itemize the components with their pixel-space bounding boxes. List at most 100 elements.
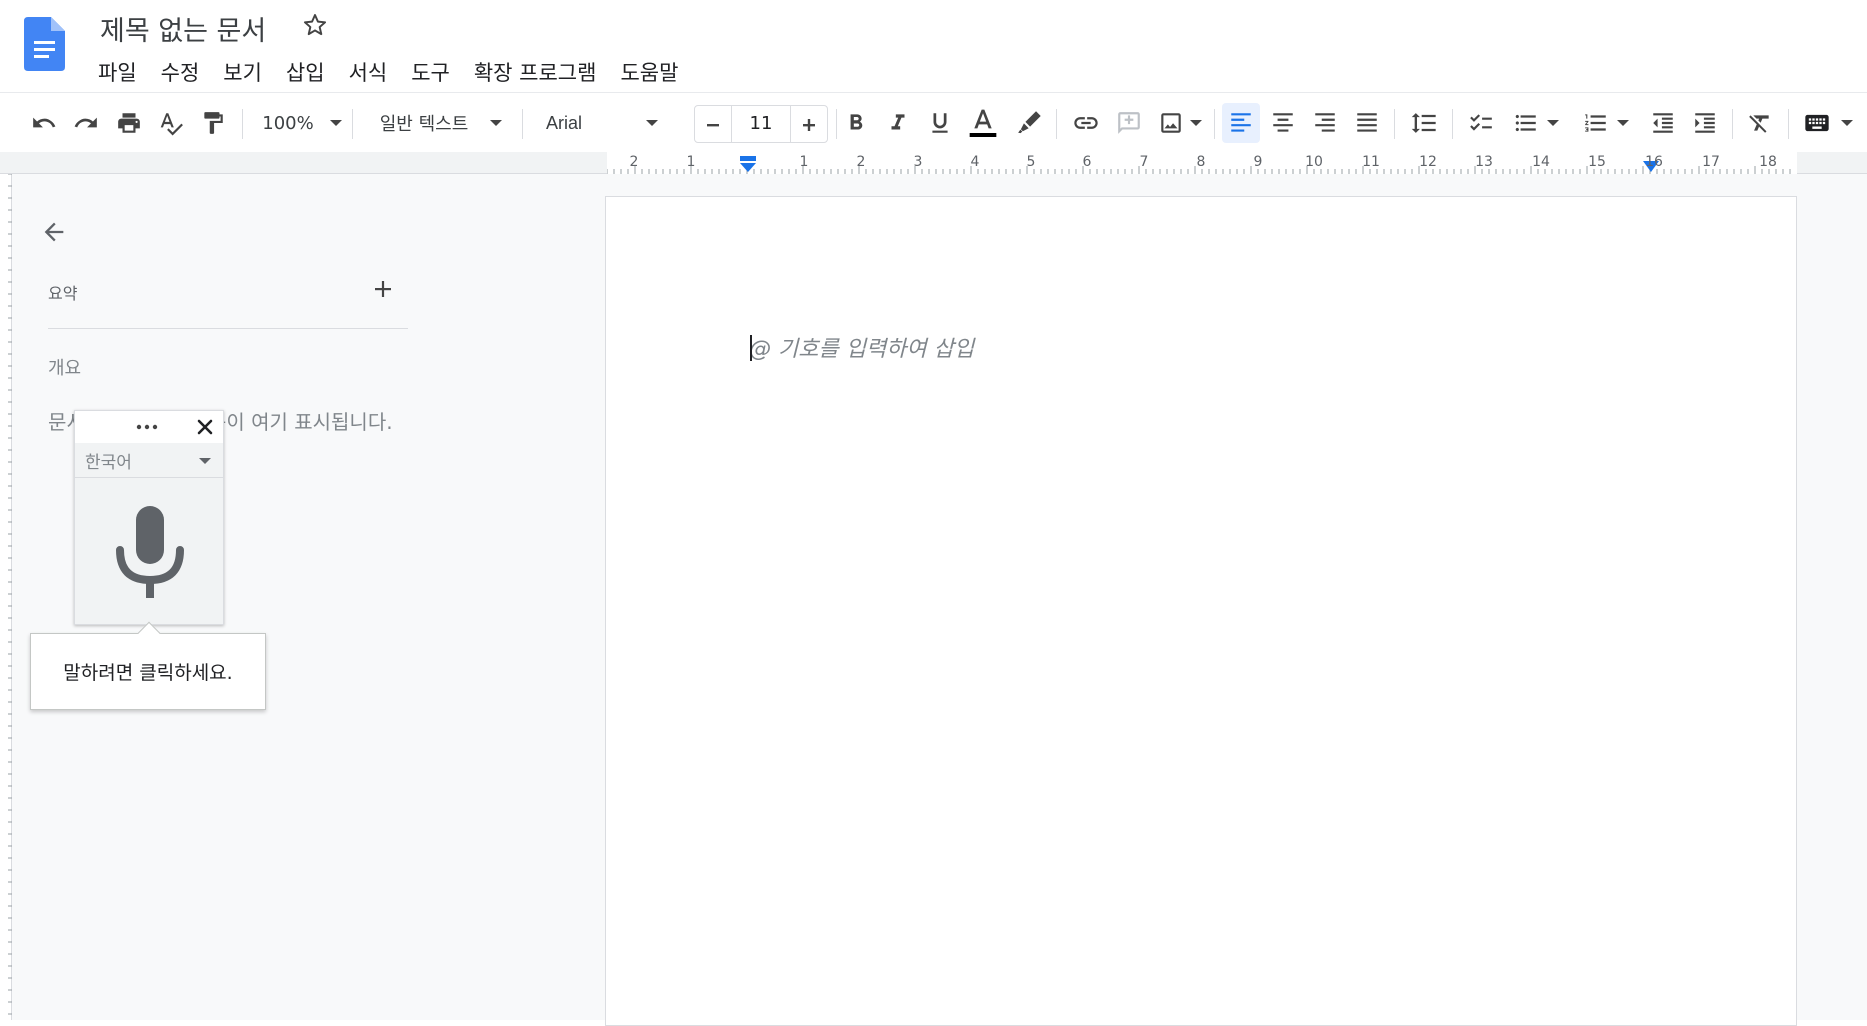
voice-typing-drag-handle[interactable] xyxy=(75,411,223,443)
toolbar-separator xyxy=(1394,109,1395,139)
toolbar-separator xyxy=(1056,109,1057,139)
toolbar-separator xyxy=(836,109,837,139)
toolbar-separator xyxy=(352,109,353,139)
voice-typing-widget: 한국어 xyxy=(74,410,224,625)
underline-icon xyxy=(932,113,948,133)
text-cursor xyxy=(750,335,752,361)
voice-typing-tooltip-text: 말하려면 클릭하세요. xyxy=(63,662,233,684)
bulleted-list-icon xyxy=(1515,114,1536,132)
menu-file[interactable]: 파일 xyxy=(86,55,149,87)
document-page[interactable]: @ 기호를 입력하여 삽입 xyxy=(605,196,1797,1026)
chevron-down-icon xyxy=(490,120,503,126)
highlight-color-button[interactable] xyxy=(1010,93,1048,153)
minus-icon xyxy=(707,124,719,127)
toolbar-separator xyxy=(522,109,523,139)
ruler-label: 6 xyxy=(1082,154,1092,170)
menu-help[interactable]: 도움말 xyxy=(608,55,690,87)
insert-comment-button[interactable] xyxy=(1110,93,1148,153)
bold-icon xyxy=(850,114,863,130)
vertical-ruler[interactable] xyxy=(0,174,12,1020)
increase-indent-button[interactable] xyxy=(1686,93,1724,153)
outline-divider xyxy=(48,328,408,329)
horizontal-ruler[interactable]: 2 1 1 2 3 4 5 6 7 8 9 10 11 12 13 14 15 … xyxy=(0,152,1867,174)
menu-extensions[interactable]: 확장 프로그램 xyxy=(462,55,609,87)
microphone-button[interactable] xyxy=(75,477,223,624)
align-right-icon xyxy=(1315,113,1335,132)
ruler-label: 2 xyxy=(629,154,639,170)
ruler-label: 1 xyxy=(686,154,696,170)
outline-summary-label: 요약 xyxy=(48,284,78,303)
increase-font-size-button[interactable] xyxy=(791,95,827,155)
back-arrow-icon[interactable] xyxy=(40,218,68,246)
header: 제목 없는 문서 파일 수정 보기 삽입 서식 도구 확장 프로그램 도움말 xyxy=(0,0,1867,92)
voice-language-value: 한국어 xyxy=(85,453,132,473)
underline-button[interactable] xyxy=(922,93,958,153)
ruler-label: 12 xyxy=(1419,154,1437,170)
clear-formatting-icon xyxy=(1749,115,1769,133)
print-button[interactable] xyxy=(111,93,147,153)
more-options-icon[interactable] xyxy=(133,419,161,435)
close-icon[interactable] xyxy=(195,417,215,437)
align-center-button[interactable] xyxy=(1264,93,1302,153)
highlight-icon xyxy=(1018,111,1041,134)
ruler-label: 3 xyxy=(913,154,923,170)
outline-overview-label: 개요 xyxy=(48,358,82,379)
star-icon[interactable] xyxy=(302,12,328,38)
zoom-value: 100% xyxy=(262,112,314,134)
ruler-label: 11 xyxy=(1362,154,1380,170)
ruler-label: 15 xyxy=(1588,154,1606,170)
justify-button[interactable] xyxy=(1348,93,1386,153)
clear-formatting-button[interactable] xyxy=(1740,93,1780,153)
text-color-button[interactable] xyxy=(964,93,1002,153)
document-title[interactable]: 제목 없는 문서 xyxy=(100,9,266,48)
insert-link-button[interactable] xyxy=(1067,93,1105,153)
document-canvas: 요약 개요 문서에 추가하는 제목이 여기 표시됩니다. @ 기호를 입력하여 … xyxy=(0,174,1867,1026)
menu-insert[interactable]: 삽입 xyxy=(274,55,337,87)
indent-decrease-icon xyxy=(1653,113,1673,133)
spellcheck-button[interactable] xyxy=(153,93,189,153)
font-size-control: 11 xyxy=(694,105,828,143)
toolbar-separator xyxy=(1732,109,1733,139)
align-left-button[interactable] xyxy=(1222,103,1260,143)
zoom-select[interactable]: 100% xyxy=(254,93,350,153)
font-select[interactable]: Arial xyxy=(538,93,684,153)
italic-icon xyxy=(891,114,905,130)
toolbar-separator xyxy=(1214,109,1215,139)
undo-button[interactable] xyxy=(26,93,62,153)
bold-button[interactable] xyxy=(838,93,874,153)
chevron-down-icon xyxy=(199,458,211,464)
ruler-label: 7 xyxy=(1139,154,1149,170)
insert-image-button[interactable] xyxy=(1152,93,1208,153)
menu-edit[interactable]: 수정 xyxy=(149,55,212,87)
numbered-list-icon xyxy=(1585,114,1606,132)
decrease-indent-button[interactable] xyxy=(1644,93,1682,153)
style-select[interactable]: 일반 텍스트 xyxy=(368,93,514,153)
toolbar-separator xyxy=(1452,109,1453,139)
input-tools-button[interactable] xyxy=(1796,93,1860,153)
undo-icon xyxy=(33,117,56,128)
toolbar: 100% 일반 텍스트 Arial 11 xyxy=(0,92,1867,152)
menu-tools[interactable]: 도구 xyxy=(399,55,462,87)
redo-button[interactable] xyxy=(68,93,104,153)
paint-format-button[interactable] xyxy=(195,93,231,153)
voice-language-select[interactable]: 한국어 xyxy=(75,443,223,477)
docs-logo-icon[interactable] xyxy=(24,17,65,71)
font-size-input[interactable]: 11 xyxy=(731,105,791,143)
menu-format[interactable]: 서식 xyxy=(337,55,400,87)
paint-format-icon xyxy=(204,112,223,134)
decrease-font-size-button[interactable] xyxy=(695,95,731,155)
keyboard-icon xyxy=(1805,114,1829,132)
add-summary-icon[interactable] xyxy=(372,278,394,300)
chevron-down-icon xyxy=(329,120,342,126)
bulleted-list-button[interactable] xyxy=(1506,93,1566,153)
line-spacing-button[interactable] xyxy=(1404,93,1444,153)
checklist-button[interactable] xyxy=(1462,93,1500,153)
numbered-list-button[interactable] xyxy=(1576,93,1636,153)
align-right-button[interactable] xyxy=(1306,93,1344,153)
voice-typing-tooltip: 말하려면 클릭하세요. xyxy=(30,621,266,710)
menu-view[interactable]: 보기 xyxy=(211,55,274,87)
toolbar-separator xyxy=(1788,109,1789,139)
chevron-down-icon xyxy=(646,120,659,126)
italic-button[interactable] xyxy=(880,93,916,153)
left-indent-marker-icon[interactable] xyxy=(738,154,758,174)
